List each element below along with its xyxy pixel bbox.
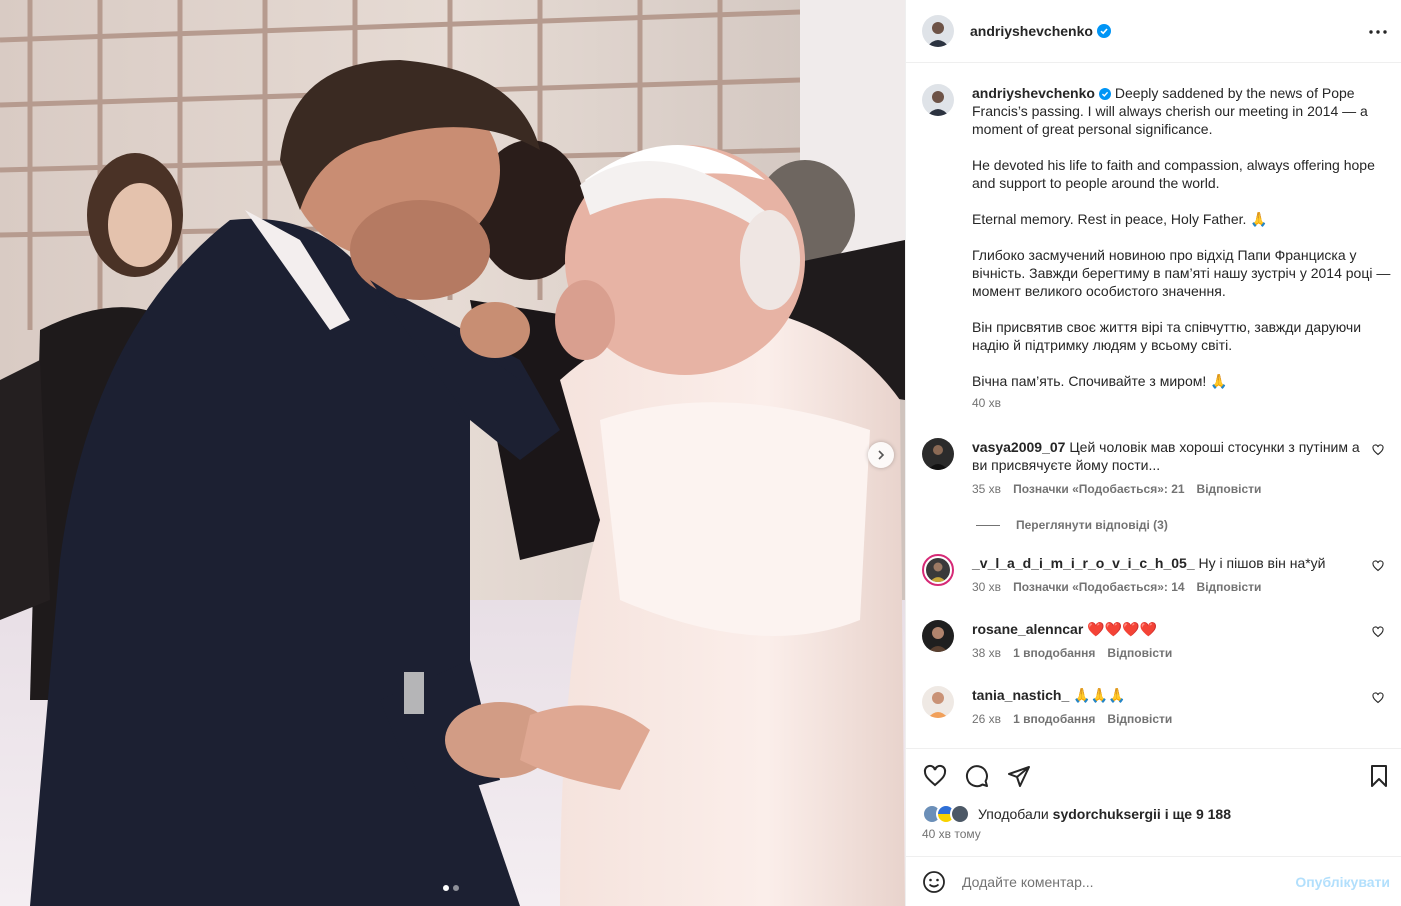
reply-button[interactable]: Відповісти [1197, 578, 1262, 596]
chevron-right-icon [878, 450, 885, 460]
post-photo[interactable] [0, 0, 905, 906]
comment-time: 35 хв [972, 482, 1002, 496]
comment-likes-count[interactable]: Позначки «Подобається»: 14 [1013, 578, 1184, 596]
caption-text-5: Він присвятив своє життя вірі та співчут… [972, 319, 1365, 353]
comment-time: 30 хв [972, 580, 1002, 594]
reply-button[interactable]: Відповісти [1107, 710, 1172, 728]
like-button[interactable] [922, 763, 948, 789]
post-timestamp[interactable]: 40 хв тому [922, 827, 981, 841]
caption-paragraph-1: andriyshevchenko Deeply saddened by the … [972, 84, 1392, 138]
more-horizontal-icon [1369, 30, 1387, 34]
more-options-button[interactable] [1366, 20, 1390, 44]
carousel-indicator [443, 885, 459, 891]
comment-content: rosane_alenncar ❤️❤️❤️❤️ [972, 620, 1364, 638]
comment-like-heart-icon[interactable] [1372, 626, 1384, 638]
comment-like-heart-icon[interactable] [1372, 692, 1384, 704]
author-avatar[interactable] [922, 15, 954, 47]
comments-section[interactable]: andriyshevchenko Deeply saddened by the … [906, 64, 1401, 748]
share-button[interactable] [1006, 763, 1032, 789]
photo-scene [0, 0, 905, 906]
divider-line [976, 524, 1000, 526]
caption-text-3: Eternal memory. Rest in peace, Holy Fath… [972, 211, 1268, 227]
post-sidebar: andriyshevchenko andriyshevchenko Deeply… [905, 0, 1401, 906]
reply-button[interactable]: Відповісти [1107, 644, 1172, 662]
comment-username[interactable]: rosane_alenncar [972, 621, 1083, 637]
comment-content: tania_nastich_ 🙏🙏🙏 [972, 686, 1364, 704]
commenter-avatar[interactable] [922, 686, 954, 718]
caption-text-4: Глибоко засмучений новиною про відхід Па… [972, 247, 1395, 299]
comment-button[interactable] [964, 763, 990, 789]
caption-author-avatar[interactable] [922, 84, 954, 116]
publish-button[interactable]: Опублікувати [1295, 874, 1390, 890]
post-caption: andriyshevchenko Deeply saddened by the … [922, 84, 1392, 412]
author-username[interactable]: andriyshevchenko [970, 23, 1093, 39]
liked-by-avatar [950, 804, 970, 824]
comment-item: vasya2009_07 Цей чоловік мав хороші стос… [922, 438, 1392, 498]
comment-username[interactable]: _v_l_a_d_i_m_i_r_o_v_i_c_h_05_ [972, 555, 1195, 571]
verified-badge-icon [1098, 88, 1111, 100]
liked-by-username[interactable]: sydorchuksergii [1053, 806, 1161, 822]
emoji-icon[interactable] [922, 870, 946, 894]
comment-text: Ну і пішов він на*уй [1198, 555, 1326, 571]
comment-text: 🙏🙏🙏 [1073, 687, 1126, 703]
carousel-next-button[interactable] [868, 442, 894, 468]
paper-plane-icon [1008, 766, 1030, 787]
comment-like-heart-icon[interactable] [1372, 560, 1384, 572]
comment-time: 38 хв [972, 646, 1002, 660]
view-replies-label: Переглянути відповіді (3) [1016, 518, 1168, 532]
bookmark-icon [1371, 765, 1387, 787]
carousel-dot [453, 885, 459, 891]
speech-bubble-icon [966, 765, 988, 788]
caption-username[interactable]: andriyshevchenko [972, 85, 1095, 101]
reply-button[interactable]: Відповісти [1197, 480, 1262, 498]
comment-content: _v_l_a_d_i_m_i_r_o_v_i_c_h_05_ Ну і пішо… [972, 554, 1364, 572]
save-button[interactable] [1366, 763, 1392, 789]
add-comment-bar: Опублікувати [906, 856, 1401, 906]
commenter-avatar-story[interactable] [922, 554, 954, 586]
post-actions: Уподобали sydorchuksergii і ще 9 188 40 … [906, 748, 1401, 858]
verified-badge-icon [1096, 24, 1111, 38]
comment-like-heart-icon[interactable] [1372, 444, 1384, 456]
comment-username[interactable]: vasya2009_07 [972, 439, 1065, 455]
view-replies-button[interactable]: Переглянути відповіді (3) [976, 518, 1168, 532]
liked-by-avatars[interactable] [922, 804, 970, 824]
heart-icon [923, 764, 947, 787]
carousel-dot-active [443, 885, 449, 891]
caption-time: 40 хв [972, 396, 1002, 410]
comment-content: vasya2009_07 Цей чоловік мав хороші стос… [972, 438, 1364, 474]
commenter-avatar[interactable] [922, 438, 954, 470]
post-header: andriyshevchenko [906, 0, 1401, 63]
comment-item: rosane_alenncar ❤️❤️❤️❤️ 38 хв 1 вподоба… [922, 620, 1392, 662]
comment-likes-count[interactable]: Позначки «Подобається»: 21 [1013, 480, 1184, 498]
comment-time: 26 хв [972, 712, 1002, 726]
comment-input[interactable] [962, 873, 1282, 890]
comment-item: tania_nastich_ 🙏🙏🙏 26 хв 1 вподобання Ві… [922, 686, 1392, 728]
comment-likes-count[interactable]: 1 вподобання [1013, 644, 1095, 662]
caption-text-6: Вічна пам’ять. Спочивайте з миром! 🙏 [972, 373, 1228, 389]
comment-item: _v_l_a_d_i_m_i_r_o_v_i_c_h_05_ Ну і пішо… [922, 554, 1392, 596]
likes-prefix: Уподобали [978, 806, 1049, 822]
likes-summary: Уподобали sydorchuksergii і ще 9 188 [922, 804, 1231, 824]
comment-text: ❤️❤️❤️❤️ [1087, 621, 1157, 637]
caption-text-2: He devoted his life to faith and compass… [972, 157, 1379, 191]
comment-likes-count[interactable]: 1 вподобання [1013, 710, 1095, 728]
commenter-avatar[interactable] [922, 620, 954, 652]
likes-suffix[interactable]: і ще 9 188 [1165, 806, 1231, 822]
comment-username[interactable]: tania_nastich_ [972, 687, 1069, 703]
